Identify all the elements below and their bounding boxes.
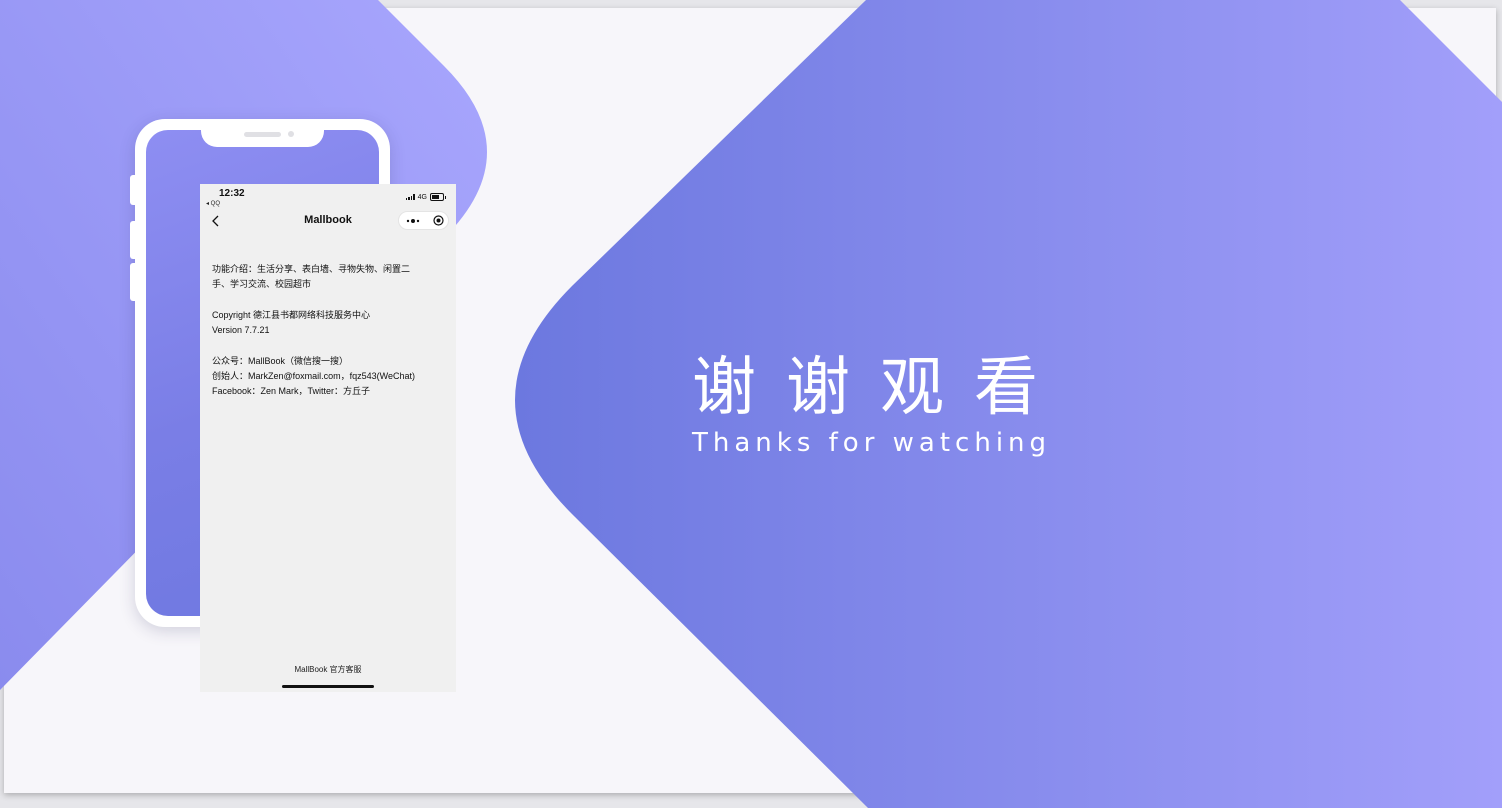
more-icon[interactable] <box>406 216 420 226</box>
phone-side-button <box>130 263 136 301</box>
social-text: Facebook：Zen Mark，Twitter：方丘子 <box>212 386 371 397</box>
phone-side-button <box>130 221 136 259</box>
public-account-text: 公众号：MallBook（微信搜一搜） <box>212 355 349 366</box>
intro-text: 手、学习交流、校园超市 <box>212 279 312 290</box>
founder-text: 创始人：MarkZen@foxmail.com，fqz543(WeChat) <box>212 371 416 382</box>
slide-canvas: 12:32 ◂ QQ 4G Mallbook 功能介绍：生活分享、表白墙、寻物失… <box>0 0 1502 808</box>
status-time: 12:32 <box>219 188 245 199</box>
close-miniprogram-icon[interactable] <box>433 215 444 226</box>
home-indicator <box>282 685 374 688</box>
phone-notch <box>201 119 324 147</box>
phone-side-button <box>130 175 136 205</box>
signal-icon <box>405 194 415 200</box>
phone-speaker <box>244 132 281 137</box>
app-info: 功能介绍：生活分享、表白墙、寻物失物、闲置二 手、学习交流、校园超市 Copyr… <box>212 262 448 400</box>
customer-service-link[interactable]: MallBook 官方客服 <box>200 664 456 675</box>
status-indicators: 4G <box>405 193 446 201</box>
phone-camera <box>288 131 294 137</box>
intro-text: 功能介绍：生活分享、表白墙、寻物失物、闲置二 <box>212 264 411 274</box>
thanks-subtitle: Thanks for watching <box>692 428 1052 458</box>
thanks-title: 谢谢观看 <box>692 351 1068 425</box>
copyright-text: Copyright 德江县书都网络科技服务中心 <box>212 309 371 320</box>
version-text: Version 7.7.21 <box>212 325 270 336</box>
app-screenshot: 12:32 ◂ QQ 4G Mallbook 功能介绍：生活分享、表白墙、寻物失… <box>200 184 456 692</box>
network-type: 4G <box>417 193 427 201</box>
battery-icon <box>430 193 446 201</box>
status-back-to-app[interactable]: ◂ QQ <box>206 200 220 207</box>
miniprogram-capsule <box>398 211 449 230</box>
